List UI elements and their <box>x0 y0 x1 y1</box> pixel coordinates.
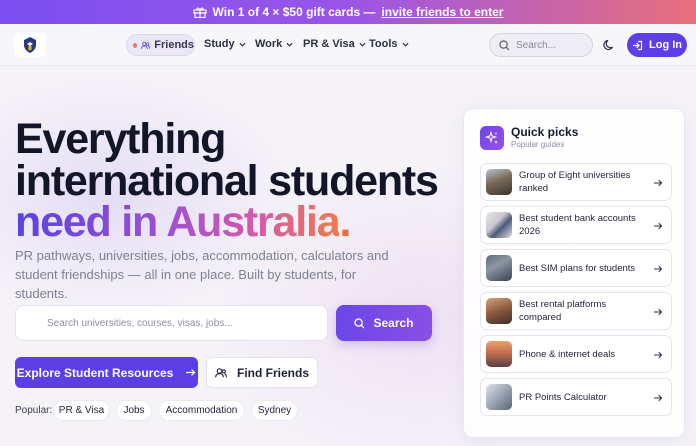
arrow-right-icon <box>654 222 663 230</box>
promo-invite-link[interactable]: invite friends to enter <box>381 5 503 19</box>
quick-pick-thumbnail <box>486 298 512 324</box>
quick-pick-thumbnail <box>486 169 512 195</box>
search-icon <box>354 317 365 328</box>
popular-chip-jobs[interactable]: Jobs <box>116 400 152 421</box>
quick-pick-item[interactable]: PR Points Calculator <box>480 378 672 416</box>
hero-heading-line-1: Everything <box>15 115 226 163</box>
nav-pr-visa[interactable]: PR & Visa <box>303 38 366 50</box>
notification-dot <box>133 42 138 48</box>
quick-pick-item[interactable]: Phone & internet deals <box>480 335 672 373</box>
quick-pick-label: Group of Eight universities ranked <box>519 170 631 194</box>
hero-subtitle: PR pathways, universities, jobs, accommo… <box>15 248 389 301</box>
hero-search-placeholder: Search universities, courses, visas, job… <box>47 317 233 329</box>
nav-search-placeholder: Search... <box>516 39 557 51</box>
nav-study-label: Study <box>204 38 235 50</box>
quick-picks-subtitle: Popular guides <box>511 140 565 149</box>
logo-icon <box>24 37 36 53</box>
explore-resources-button[interactable]: Explore Student Resources <box>15 357 198 388</box>
nav-study[interactable]: Study <box>204 38 246 50</box>
quick-pick-label: Best SIM plans for students <box>519 262 636 274</box>
top-nav: Friends Study Work PR & Visa Tools Searc… <box>0 24 696 66</box>
quick-pick-label: Best rental platforms compared <box>519 299 607 323</box>
chevron-down-icon <box>401 42 409 47</box>
arrow-right-icon <box>654 308 663 316</box>
site-logo[interactable] <box>14 33 46 57</box>
nav-search-input[interactable]: Search... <box>489 33 593 57</box>
arrow-right-icon <box>654 265 663 273</box>
hero-search-button[interactable]: Search <box>336 305 432 341</box>
nav-tools[interactable]: Tools <box>369 38 409 50</box>
hero-search-button-label: Search <box>373 316 414 330</box>
popular-chip-sydney[interactable]: Sydney <box>251 400 298 421</box>
arrow-right-icon <box>654 351 663 359</box>
arrow-right-icon <box>654 394 663 402</box>
search-icon <box>499 39 510 50</box>
nav-pr-visa-label: PR & Visa <box>303 38 355 50</box>
nav-work-label: Work <box>255 38 283 50</box>
gift-icon <box>192 7 207 18</box>
quick-pick-label: Best student bank accounts 2026 <box>519 213 636 237</box>
nav-friends[interactable]: Friends <box>126 34 195 56</box>
sparkles-icon <box>480 126 504 150</box>
popular-chip-pr-visa[interactable]: PR & Visa <box>53 400 110 421</box>
quick-pick-thumbnail <box>486 384 512 410</box>
hero-heading-period: . <box>339 198 351 246</box>
find-friends-label: Find Friends <box>237 365 309 380</box>
quick-pick-item[interactable]: Group of Eight universities ranked <box>480 163 672 201</box>
popular-chip-accommodation[interactable]: Accommodation <box>158 400 245 421</box>
chevron-down-icon <box>359 42 366 47</box>
quick-pick-item[interactable]: Best SIM plans for students <box>480 249 672 287</box>
hero-heading-line-3: need in Australia. <box>15 198 351 246</box>
promo-text: Win 1 of 4 × $50 gift cards — <box>212 5 376 19</box>
login-label: Log In <box>649 39 682 51</box>
quick-pick-thumbnail <box>486 212 512 238</box>
promo-banner: Win 1 of 4 × $50 gift cards — invite fri… <box>0 0 696 24</box>
hero-search-input[interactable]: Search universities, courses, visas, job… <box>15 305 328 341</box>
hero-heading-gradient: need in Australia <box>15 198 341 246</box>
quick-pick-thumbnail <box>486 255 512 281</box>
chevron-down-icon <box>239 42 246 47</box>
find-friends-button[interactable]: Find Friends <box>206 357 318 388</box>
login-button[interactable]: Log In <box>627 33 687 57</box>
quick-pick-label: PR Points Calculator <box>519 391 607 403</box>
quick-pick-thumbnail <box>486 341 512 367</box>
quick-pick-item[interactable]: Best student bank accounts 2026 <box>480 206 672 244</box>
popular-label: Popular: <box>15 405 53 416</box>
arrow-right-icon <box>186 369 196 376</box>
quick-picks-panel: Quick picks Popular guides Group of Eigh… <box>463 108 685 438</box>
users-icon <box>141 41 151 49</box>
chevron-down-icon <box>286 42 293 47</box>
arrow-right-icon <box>654 179 663 187</box>
quick-picks-title: Quick picks <box>511 125 579 139</box>
quick-pick-label: Phone & internet deals <box>519 348 616 360</box>
moon-icon[interactable] <box>603 39 615 51</box>
quick-pick-item[interactable]: Best rental platforms compared <box>480 292 672 330</box>
nav-friends-label: Friends <box>154 39 194 51</box>
nav-work[interactable]: Work <box>255 38 293 50</box>
users-icon <box>215 367 227 377</box>
nav-tools-label: Tools <box>369 38 398 50</box>
explore-resources-label: Explore Student Resources <box>16 365 174 380</box>
login-icon <box>633 40 643 50</box>
